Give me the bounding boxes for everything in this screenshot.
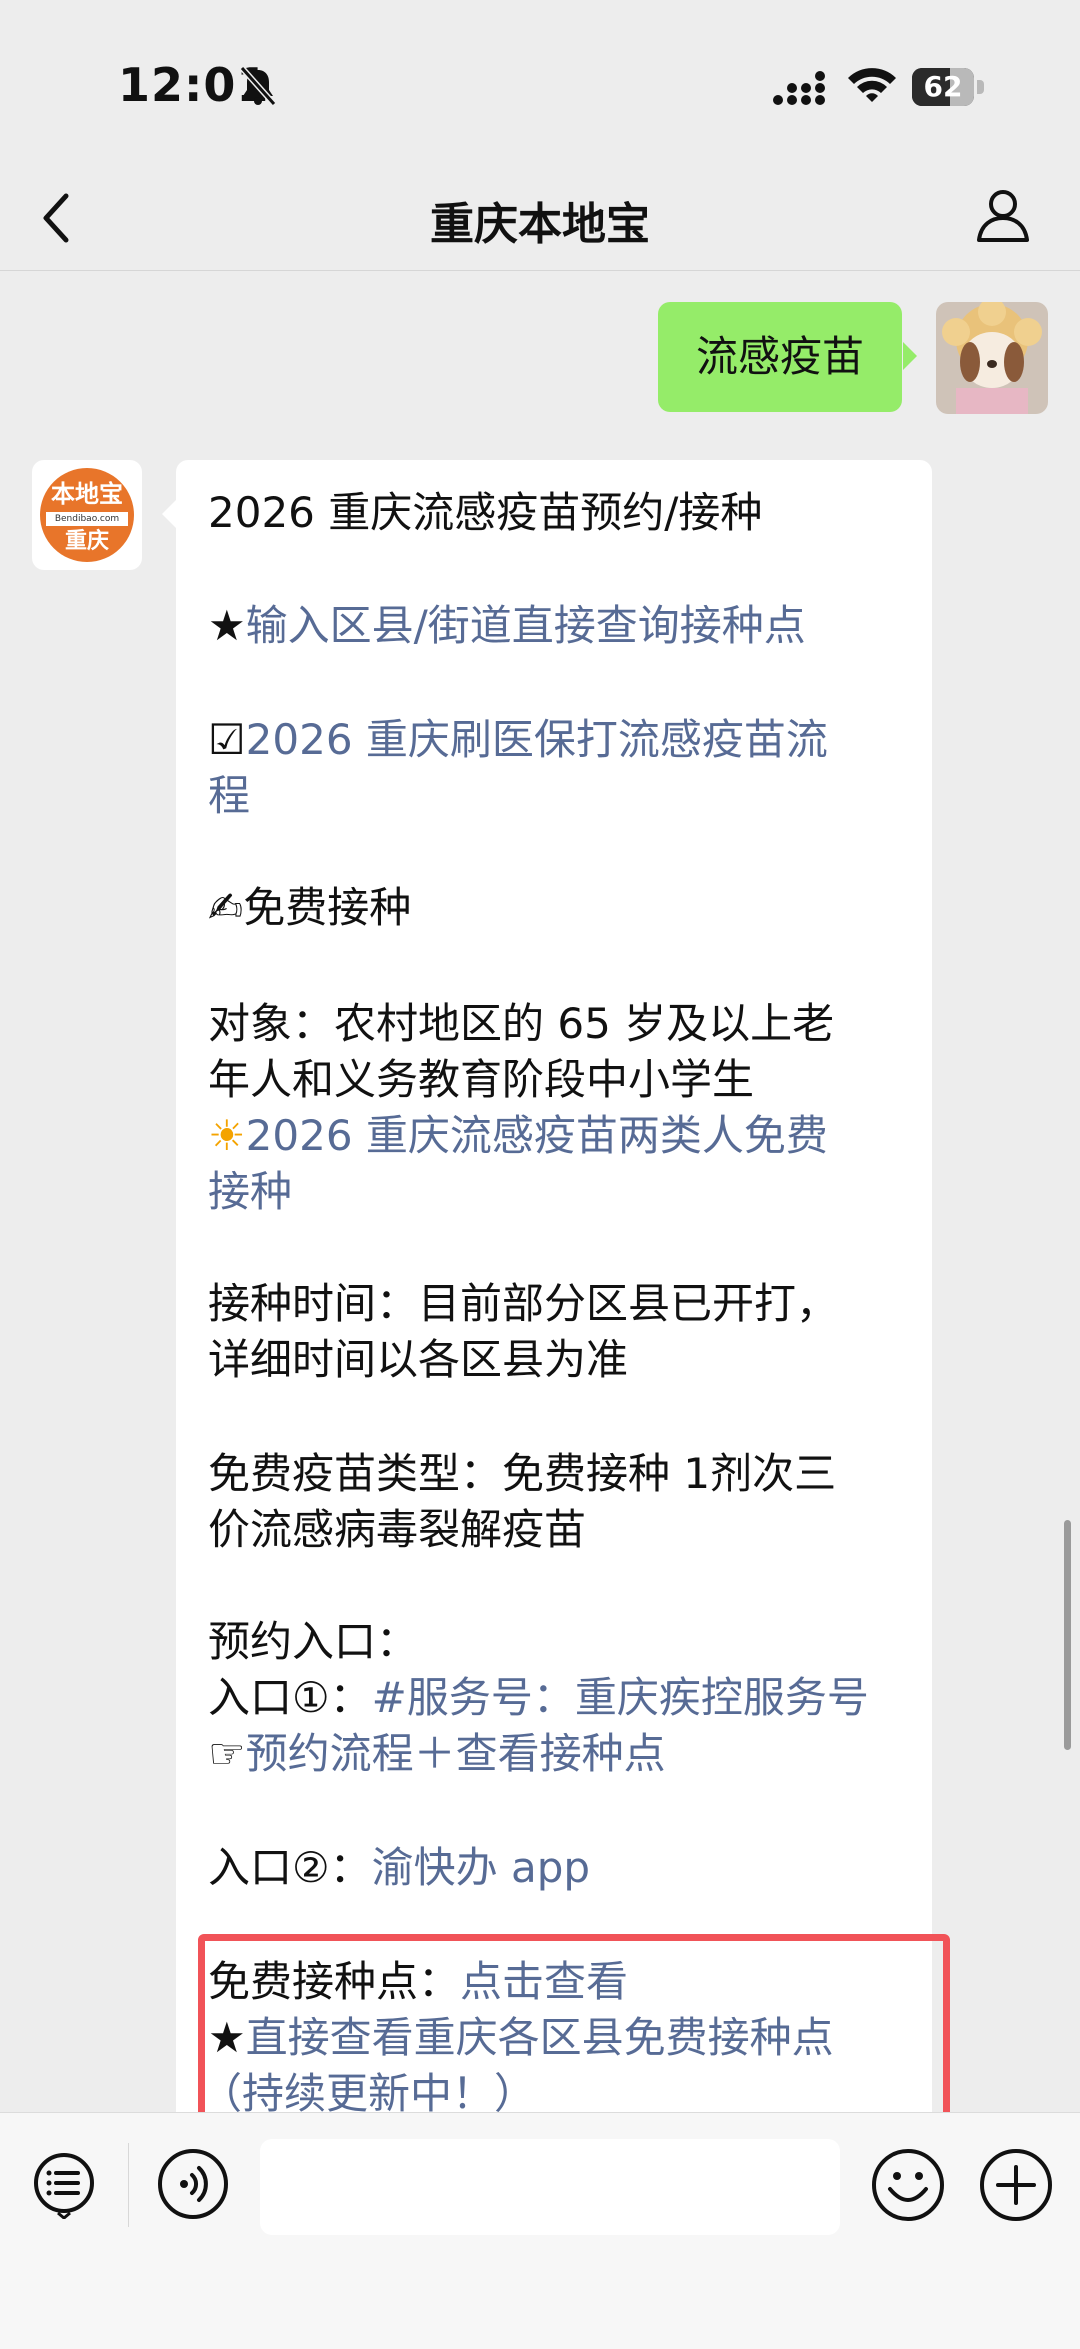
link-free-vaccination[interactable]: ☀2026 重庆流感疫苗两类人免费	[208, 1108, 828, 1164]
entry-heading: 预约入口：	[208, 1617, 419, 1666]
battery-icon: 62	[912, 68, 986, 106]
time-text-2: 详细时间以各区县为准	[208, 1335, 629, 1384]
page-title: 重庆本地宝	[430, 199, 650, 250]
target-text-1: 对象：农村地区的 65 岁及以上老	[208, 999, 835, 1048]
free-heading-text: 免费接种	[243, 883, 412, 932]
bot-avatar[interactable]: 本地宝 Bendibao.com 重庆	[32, 460, 142, 570]
message-input[interactable]	[260, 2139, 840, 2235]
entry-2-link[interactable]: 渝快办 app	[372, 1843, 590, 1892]
entry-2[interactable]: 入口②：渝快办 app	[208, 1840, 590, 1896]
star-icon: ★	[208, 601, 246, 650]
logo-url: Bendibao.com	[46, 512, 128, 526]
highlight-box	[198, 1934, 950, 2130]
pointing-hand-icon: ☞	[208, 1729, 246, 1778]
bot-bubble-tail	[162, 500, 176, 528]
entry-2-label: 入口②：	[208, 1843, 372, 1892]
battery-tip	[977, 80, 984, 94]
link-search-points[interactable]: ★输入区县/街道直接查询接种点	[208, 598, 806, 654]
link-free-vaccination-cont[interactable]: 接种	[208, 1164, 292, 1220]
user-message-bubble[interactable]: 流感疫苗	[658, 302, 903, 412]
signal-icon	[773, 71, 825, 105]
checkbox-icon: ☑	[208, 715, 246, 764]
emoji-icon[interactable]	[870, 2147, 946, 2223]
divider	[128, 2143, 129, 2227]
entry-1-label: 入口①：	[208, 1673, 372, 1722]
battery-level: 62	[923, 70, 963, 103]
message-title: 2026 重庆流感疫苗预约/接种	[208, 488, 763, 537]
target-text-2: 年人和义务教育阶段中小学生	[208, 1055, 755, 1104]
link-insurance-process[interactable]: ☑2026 重庆刷医保打流感疫苗流	[208, 712, 828, 768]
link-text[interactable]: 输入区县/街道直接查询接种点	[246, 601, 806, 650]
entry-1-link[interactable]: #服务号：重庆疾控服务号	[372, 1673, 869, 1722]
free-heading: ✍免费接种	[208, 880, 411, 936]
entry-1-process-link[interactable]: 预约流程＋查看接种点	[246, 1729, 666, 1778]
sun-icon: ☀	[208, 1111, 246, 1160]
voice-icon[interactable]	[156, 2147, 230, 2221]
time-text-1: 接种时间：目前部分区县已开打，	[208, 1279, 839, 1328]
type-text-2: 价流感病毒裂解疫苗	[208, 1505, 587, 1554]
nav-bar: 重庆本地宝	[0, 170, 1080, 271]
entry-1-process[interactable]: ☞预约流程＋查看接种点	[208, 1726, 666, 1782]
writing-hand-icon: ✍	[208, 883, 244, 932]
battery-body: 62	[912, 68, 974, 106]
logo-text-top: 本地宝	[51, 480, 123, 508]
status-bar: 12:01 62	[0, 0, 1080, 170]
link-text[interactable]: 2026 重庆流感疫苗两类人免费	[246, 1111, 828, 1160]
plus-icon[interactable]	[978, 2147, 1054, 2223]
scrollbar[interactable]	[1064, 1520, 1071, 1750]
logo-text-bottom: 重庆	[64, 529, 109, 554]
type-text-1: 免费疫苗类型：免费接种 1剂次三	[208, 1449, 837, 1498]
bell-slash-icon	[239, 66, 277, 106]
input-bar	[0, 2112, 1080, 2349]
entry-1[interactable]: 入口①：#服务号：重庆疾控服务号	[208, 1670, 869, 1726]
link-text[interactable]: 2026 重庆刷医保打流感疫苗流	[246, 715, 828, 764]
person-icon[interactable]	[972, 184, 1034, 246]
wifi-icon	[848, 68, 896, 102]
link-insurance-process-cont[interactable]: 程	[208, 768, 250, 824]
user-bubble-tail	[903, 342, 917, 370]
user-avatar[interactable]	[936, 302, 1048, 414]
menu-list-icon[interactable]	[30, 2151, 98, 2219]
